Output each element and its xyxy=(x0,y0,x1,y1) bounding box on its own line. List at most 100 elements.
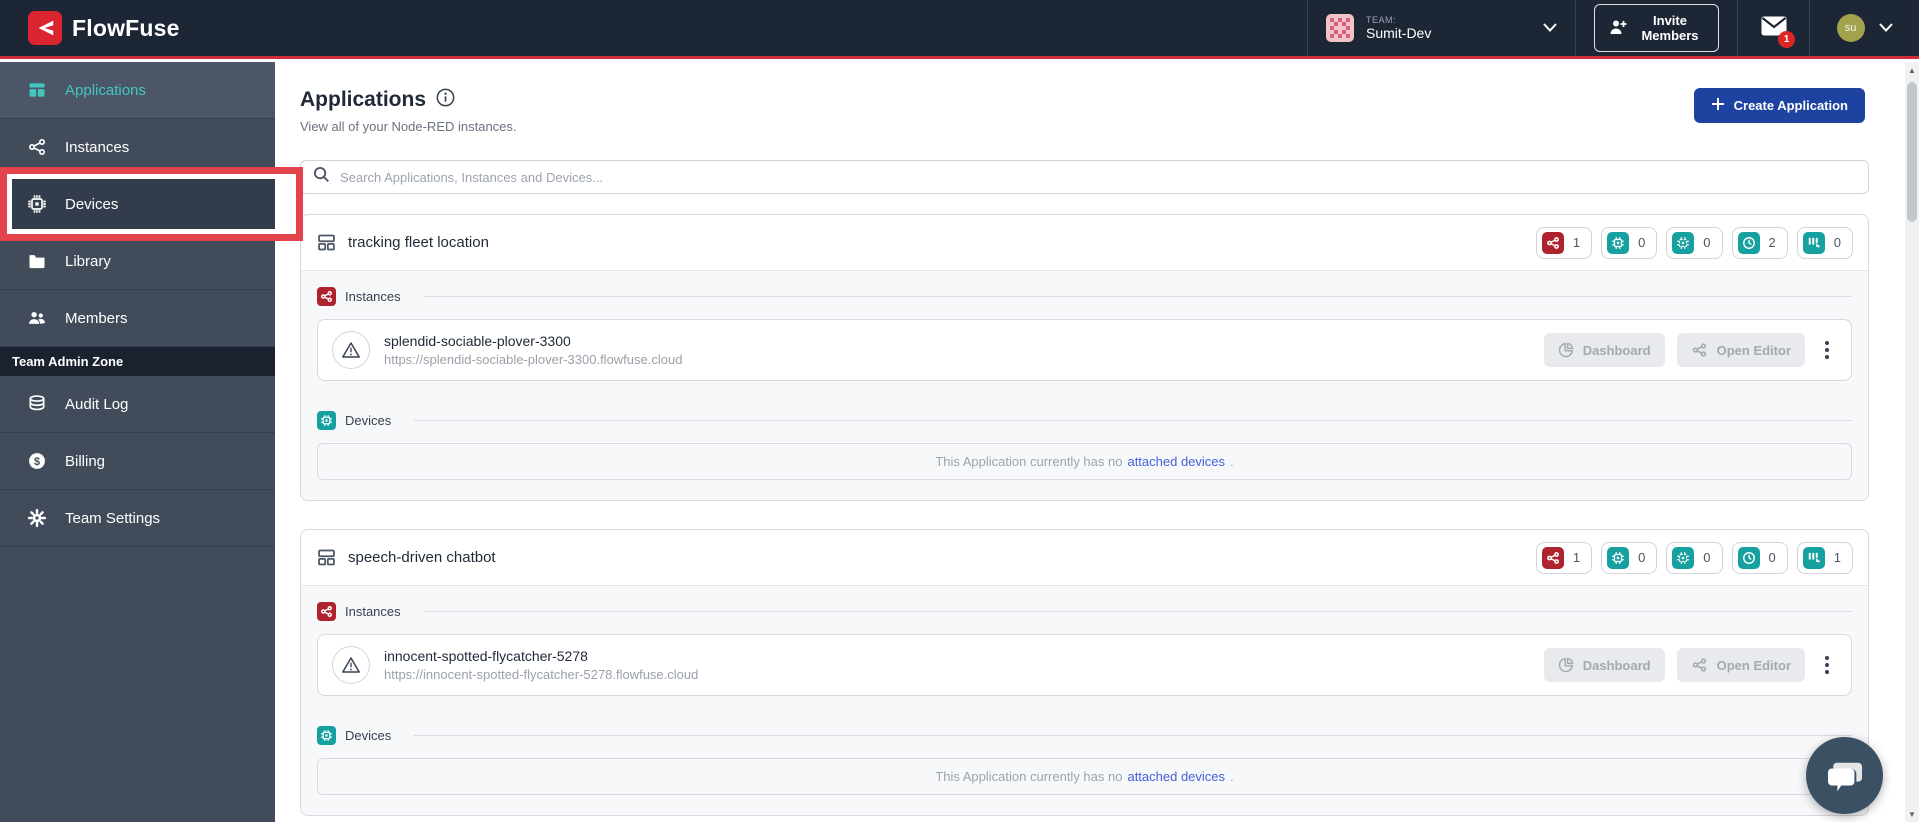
page-subtitle: View all of your Node-RED instances. xyxy=(300,119,517,134)
instance-row[interactable]: splendid-sociable-plover-3300 https://sp… xyxy=(317,319,1852,381)
dashboard-button[interactable]: Dashboard xyxy=(1543,648,1665,682)
brand[interactable]: FlowFuse xyxy=(0,0,1307,56)
instances-icon xyxy=(29,139,45,155)
sidebar-item-label: Devices xyxy=(65,195,119,213)
database-icon xyxy=(29,395,45,411)
main-content: Applications View all of your Node-RED i… xyxy=(275,62,1919,822)
team-admin-zone-header: Team Admin Zone xyxy=(0,347,275,376)
sidebar-item-audit-log[interactable]: Audit Log xyxy=(0,376,275,433)
sidebar-item-members[interactable]: Members xyxy=(0,290,275,347)
pipeline-icon xyxy=(1802,231,1825,254)
folder-icon xyxy=(29,255,45,269)
instance-name: innocent-spotted-flycatcher-5278 xyxy=(384,648,588,664)
clock-icon xyxy=(1737,231,1760,254)
badge-count: 2 xyxy=(1768,235,1776,250)
search-input[interactable] xyxy=(340,169,1856,185)
application-icon xyxy=(318,234,335,251)
device-group-icon xyxy=(1672,231,1695,254)
page-header: Applications View all of your Node-RED i… xyxy=(275,62,1919,134)
application-icon xyxy=(318,549,335,566)
svg-text:$: $ xyxy=(34,456,40,468)
attached-devices-link[interactable]: attached devices xyxy=(1127,769,1225,784)
flowfuse-logo-icon xyxy=(28,11,62,45)
scrollbar-up-arrow[interactable]: ▲ xyxy=(1905,62,1919,78)
badge-device-groups: 0 xyxy=(1666,226,1723,259)
device-icon xyxy=(1607,546,1630,569)
badge-instances: 1 xyxy=(1535,541,1593,574)
no-devices-message: This Application currently has no attach… xyxy=(317,443,1852,480)
search-bar xyxy=(300,160,1869,194)
create-application-button[interactable]: Create Application xyxy=(1693,88,1865,123)
instance-row[interactable]: innocent-spotted-flycatcher-5278 https:/… xyxy=(317,634,1852,696)
badge-count: 1 xyxy=(1572,235,1581,250)
scrollbar[interactable]: ▲ ▼ xyxy=(1905,62,1919,822)
notifications-button[interactable]: 1 xyxy=(1737,0,1809,56)
section-label: Devices xyxy=(345,728,392,743)
dashboard-button[interactable]: Dashboard xyxy=(1543,333,1665,367)
members-icon xyxy=(29,312,45,324)
sidebar-item-label: Team Settings xyxy=(65,509,161,527)
sidebar-item-team-settings[interactable]: Team Settings xyxy=(0,490,275,547)
sidebar-item-label: Instances xyxy=(65,138,130,156)
scrollbar-thumb[interactable] xyxy=(1907,82,1917,222)
badge-count: 0 xyxy=(1638,550,1646,565)
sidebar-item-label: Library xyxy=(65,252,111,270)
sidebar-item-label: Applications xyxy=(65,81,146,99)
open-editor-label: Open Editor xyxy=(1716,657,1791,673)
invite-members-button[interactable]: Invite Members xyxy=(1594,4,1719,52)
chevron-down-icon xyxy=(1543,19,1557,37)
instance-url[interactable]: https://innocent-spotted-flycatcher-5278… xyxy=(384,667,698,682)
sidebar-item-label: Billing xyxy=(65,452,106,470)
sidebar-item-instances[interactable]: Instances xyxy=(0,119,275,176)
invite-members-section: Invite Members xyxy=(1575,0,1737,56)
instance-status-icon xyxy=(332,331,370,369)
application-card: speech-driven chatbot 1 0 0 0 1 Instance… xyxy=(300,529,1869,816)
instance-url[interactable]: https://splendid-sociable-plover-3300.fl… xyxy=(384,352,682,367)
dashboard-label: Dashboard xyxy=(1582,657,1651,673)
attached-devices-link[interactable]: attached devices xyxy=(1127,454,1225,469)
sidebar: Applications Instances Devices Library M… xyxy=(0,62,275,822)
sidebar-item-label: Members xyxy=(65,309,128,327)
create-application-label: Create Application xyxy=(1733,98,1848,113)
team-avatar xyxy=(1326,14,1354,42)
kebab-menu[interactable] xyxy=(1817,337,1837,363)
empty-text: This Application currently has no xyxy=(935,769,1123,784)
section-label: Instances xyxy=(345,604,401,619)
badge-count: 1 xyxy=(1572,550,1581,565)
application-badges: 1 0 0 xyxy=(1535,541,1853,574)
team-name: Sumit-Dev xyxy=(1366,25,1432,42)
node-red-icon xyxy=(317,287,336,306)
chat-widget-button[interactable] xyxy=(1806,737,1883,814)
badge-snapshots: 0 xyxy=(1731,541,1788,574)
badge-devices: 0 xyxy=(1601,226,1658,259)
applications-icon xyxy=(29,83,45,97)
plus-icon xyxy=(1711,97,1725,114)
user-menu[interactable]: su xyxy=(1809,0,1919,56)
divider xyxy=(423,611,1852,612)
team-selector[interactable]: TEAM: Sumit-Dev xyxy=(1307,0,1575,56)
node-red-icon xyxy=(1541,546,1564,569)
open-editor-button[interactable]: Open Editor xyxy=(1676,648,1805,682)
empty-text: . xyxy=(1230,454,1234,469)
application-card-header[interactable]: speech-driven chatbot 1 0 0 0 1 xyxy=(301,530,1868,585)
application-card-header[interactable]: tracking fleet location 1 0 0 2 0 xyxy=(301,215,1868,270)
application-badges: 1 0 0 xyxy=(1535,226,1853,259)
open-editor-label: Open Editor xyxy=(1716,342,1791,358)
pie-chart-icon xyxy=(1558,342,1574,358)
sidebar-item-devices[interactable]: Devices xyxy=(0,176,275,233)
pie-chart-icon xyxy=(1558,657,1574,673)
page-title: Applications xyxy=(300,88,427,111)
info-icon[interactable] xyxy=(436,88,455,112)
gear-icon xyxy=(27,508,47,528)
clock-icon xyxy=(1737,546,1760,569)
sidebar-item-label: Audit Log xyxy=(65,395,129,413)
application-name: tracking fleet location xyxy=(348,234,489,251)
sidebar-item-applications[interactable]: Applications xyxy=(0,62,275,119)
sidebar-item-library[interactable]: Library xyxy=(0,233,275,290)
kebab-menu[interactable] xyxy=(1817,652,1837,678)
open-editor-button[interactable]: Open Editor xyxy=(1676,333,1805,367)
instances-section-header: Instances xyxy=(317,287,1852,306)
badge-count: 0 xyxy=(1833,235,1841,250)
sidebar-item-billing[interactable]: $ Billing xyxy=(0,433,275,490)
scrollbar-down-arrow[interactable]: ▼ xyxy=(1905,806,1919,822)
